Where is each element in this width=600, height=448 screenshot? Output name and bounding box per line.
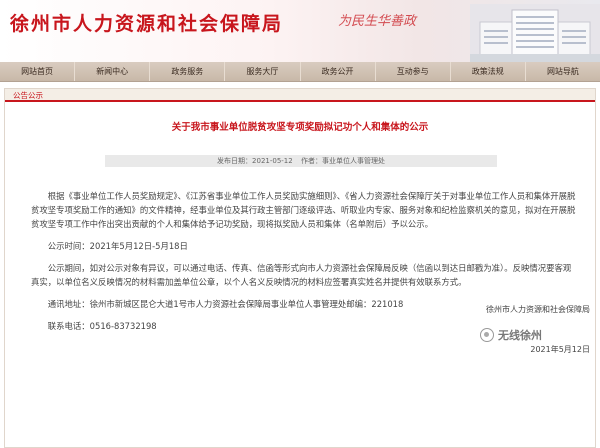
paragraph-objection: 公示期间，如对公示对象有异议，可以通过电话、传真、信函等形式向市人力资源社会保障…: [31, 263, 572, 287]
section-tab-announcements[interactable]: 公告公示: [9, 89, 47, 102]
nav-item-gov-disclosure[interactable]: 政务公开: [301, 62, 376, 81]
nav-item-interaction[interactable]: 互动参与: [376, 62, 451, 81]
site-slogan: 为民生华善政: [338, 14, 417, 29]
nav-item-service-hall[interactable]: 服务大厅: [225, 62, 301, 81]
section-header: 公告公示: [5, 89, 595, 102]
article-meta: 发布日期：2021-05-12 作者：事业单位人事管理处: [105, 155, 497, 167]
publish-date: 发布日期：2021-05-12: [217, 157, 293, 165]
wechat-logo-icon: [480, 328, 494, 342]
nav-item-gov-services[interactable]: 政务服务: [150, 62, 226, 81]
paragraph-period: 公示时间：2021年5月12日-5月18日: [47, 241, 188, 251]
site-title[interactable]: 徐州市人力资源和社会保障局: [10, 9, 283, 36]
article-signature: 徐州市人力资源和社会保障局: [486, 305, 590, 314]
nav-item-news[interactable]: 新闻中心: [75, 62, 151, 81]
article-author: 作者：事业单位人事管理处: [300, 157, 385, 165]
watermark: 无线徐州: [480, 327, 542, 343]
article-title: 关于我市事业单位脱贫攻坚专项奖励拟记功个人和集体的公示: [171, 122, 429, 133]
watermark-text: 无线徐州: [498, 329, 542, 342]
paragraph-basis: 根据《事业单位工作人员奖励规定》、《江苏省事业单位工作人员奖励实施细则》、《省人…: [31, 191, 576, 229]
header-banner: 徐州市人力资源和社会保障局 为民生华善政: [0, 0, 600, 62]
main-nav: 网站首页 新闻中心 政务服务 服务大厅 政务公开 互动参与 政策法规 网站导航: [0, 62, 600, 82]
building-image: [470, 4, 600, 62]
nav-item-site-map[interactable]: 网站导航: [526, 62, 600, 81]
article-date: 2021年5月12日: [530, 345, 590, 354]
content-frame: 公告公示 关于我市事业单位脱贫攻坚专项奖励拟记功个人和集体的公示 发布日期：20…: [4, 88, 596, 448]
nav-item-home[interactable]: 网站首页: [0, 62, 76, 81]
nav-item-policies[interactable]: 政策法规: [451, 62, 526, 81]
